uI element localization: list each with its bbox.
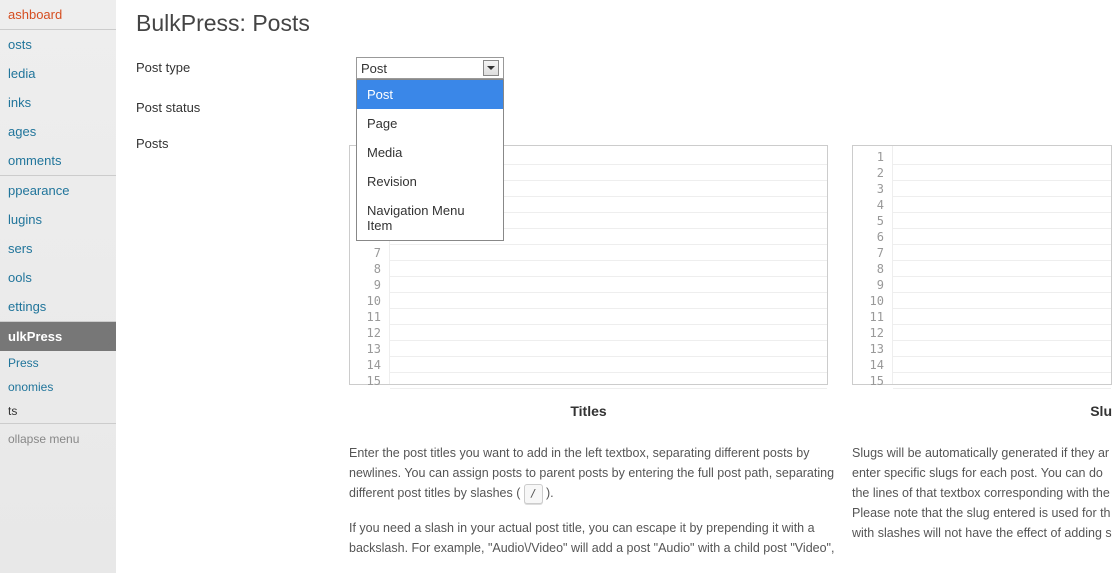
dropdown-option-revision[interactable]: Revision: [357, 167, 503, 196]
admin-sidebar: ashboard osts ledia inks ages omments pp…: [0, 0, 116, 573]
sidebar-item-appearance[interactable]: ppearance: [0, 176, 116, 205]
post-status-label: Post status: [136, 97, 356, 115]
slugs-editor[interactable]: 123456789101112131415: [852, 145, 1112, 385]
slugs-heading: Slu: [852, 403, 1112, 419]
sidebar-item-comments[interactable]: omments: [0, 146, 116, 175]
sidebar-item-posts[interactable]: osts: [0, 30, 116, 59]
post-type-value: Post: [361, 61, 387, 76]
slash-key-icon: /: [524, 484, 543, 504]
post-type-select[interactable]: Post: [356, 57, 504, 79]
sidebar-sub-posts[interactable]: ts: [0, 399, 116, 423]
main-content: BulkPress: Posts Post type Post Post Pag…: [116, 0, 1112, 573]
post-type-dropdown: Post Page Media Revision Navigation Menu…: [356, 79, 504, 241]
chevron-down-icon: [483, 60, 499, 76]
slugs-line-numbers: 123456789101112131415: [853, 146, 893, 384]
sidebar-item-dashboard[interactable]: ashboard: [0, 0, 116, 29]
slugs-help-p1: Slugs will be automatically generated if…: [852, 443, 1112, 543]
sidebar-item-pages[interactable]: ages: [0, 117, 116, 146]
sidebar-item-bulkpress[interactable]: ulkPress: [0, 322, 116, 351]
sidebar-item-plugins[interactable]: lugins: [0, 205, 116, 234]
sidebar-item-users[interactable]: sers: [0, 234, 116, 263]
titles-help-p1: Enter the post titles you want to add in…: [349, 443, 847, 504]
sidebar-sub-taxonomies[interactable]: onomies: [0, 375, 116, 399]
dropdown-option-navmenu[interactable]: Navigation Menu Item: [357, 196, 503, 240]
dropdown-option-media[interactable]: Media: [357, 138, 503, 167]
sidebar-item-settings[interactable]: ettings: [0, 292, 116, 321]
collapse-menu[interactable]: ollapse menu: [0, 424, 116, 454]
sidebar-item-tools[interactable]: ools: [0, 263, 116, 292]
titles-heading: Titles: [349, 403, 828, 419]
posts-label: Posts: [136, 133, 349, 572]
page-title: BulkPress: Posts: [136, 10, 1112, 37]
sidebar-sub-press[interactable]: Press: [0, 351, 116, 375]
sidebar-item-media[interactable]: ledia: [0, 59, 116, 88]
dropdown-option-post[interactable]: Post: [357, 80, 503, 109]
post-type-label: Post type: [136, 57, 356, 79]
dropdown-option-page[interactable]: Page: [357, 109, 503, 138]
slugs-editor-body[interactable]: [893, 146, 1111, 384]
titles-help-p2: If you need a slash in your actual post …: [349, 518, 847, 558]
sidebar-item-links[interactable]: inks: [0, 88, 116, 117]
